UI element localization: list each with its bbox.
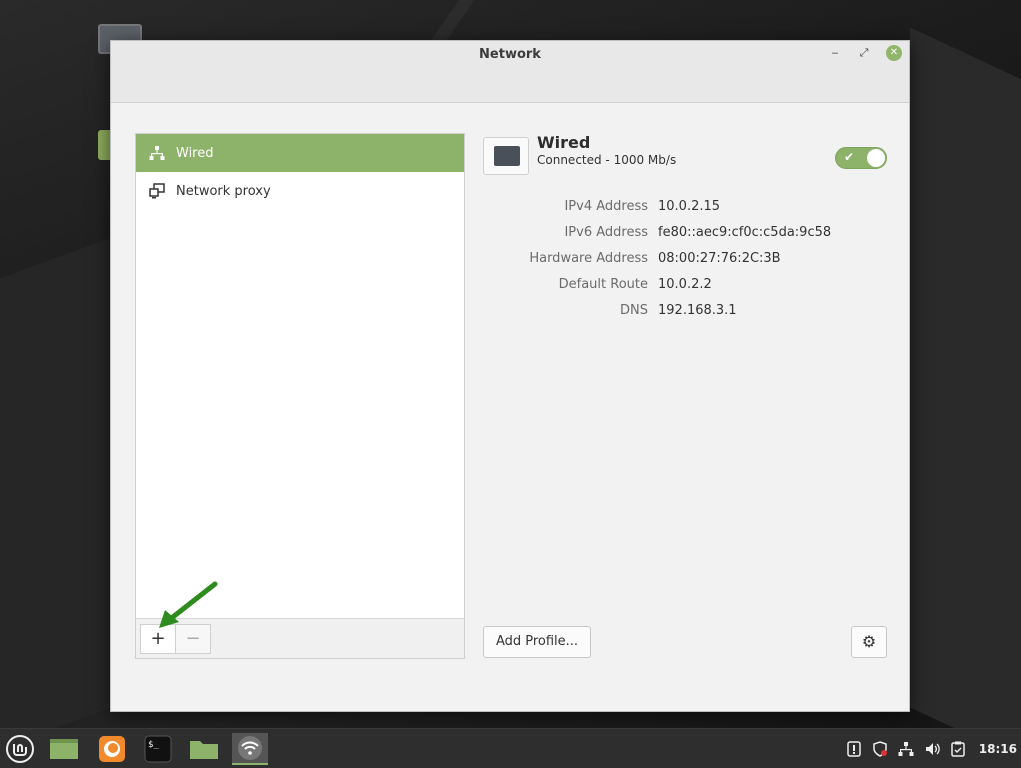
system-tray: 18:16 (841, 729, 1021, 768)
clipboard-icon (951, 741, 965, 757)
taskbar: $_ 18:16 (0, 728, 1021, 768)
files-icon (50, 739, 78, 759)
gear-icon: ⚙ (861, 632, 877, 651)
svg-text:$_: $_ (148, 740, 159, 750)
taskbar-folder-button[interactable] (186, 733, 222, 765)
sidebar-item-label: Network proxy (176, 183, 271, 199)
toggle-knob (867, 149, 885, 167)
connection-details: Wired Connected - 1000 Mb/s ✔ IPv4 Addre… (483, 133, 887, 663)
minimize-button[interactable]: ‒ (827, 45, 843, 61)
detail-row: DNS 192.168.3.1 (483, 297, 887, 323)
sidebar-item-wired[interactable]: Wired (136, 134, 464, 172)
folder-icon (190, 741, 218, 759)
wired-network-icon (149, 145, 165, 161)
minimize-icon: ‒ (831, 46, 839, 59)
maximize-button[interactable]: ⤢ (856, 45, 872, 61)
sidebar-item-label: Wired (176, 145, 214, 161)
window-title: Network (479, 47, 541, 62)
tray-network-button[interactable] (893, 729, 919, 768)
mint-menu-icon (6, 735, 34, 763)
detail-key: Hardware Address (529, 250, 648, 266)
network-settings-icon (238, 736, 262, 760)
taskbar-terminal-button[interactable]: $_ (140, 733, 176, 765)
detail-key: IPv6 Address (564, 224, 648, 240)
detail-value: 10.0.2.15 (658, 198, 721, 214)
network-window: Network ‒ ⤢ ✕ Wired Network proxy + − Wi… (110, 40, 910, 712)
ethernet-icon (483, 137, 529, 175)
detail-key: DNS (620, 302, 648, 318)
add-profile-button[interactable]: Add Profile... (483, 626, 591, 658)
connection-detail-list: IPv4 Address 10.0.2.15 IPv6 Address fe80… (483, 193, 887, 323)
connection-title: Wired (537, 133, 591, 152)
terminal-icon: $_ (144, 735, 172, 763)
maximize-icon: ⤢ (859, 46, 869, 59)
detail-value: 10.0.2.2 (658, 276, 712, 292)
detail-key: Default Route (558, 276, 648, 292)
settings-button[interactable]: ⚙ (851, 626, 887, 658)
tray-shield-button[interactable] (867, 729, 893, 768)
tray-clipboard-button[interactable] (945, 729, 971, 768)
firefox-icon (99, 736, 125, 762)
tray-update-button[interactable] (841, 729, 867, 768)
volume-icon (925, 743, 940, 755)
update-manager-icon (847, 741, 861, 757)
taskbar-network-button[interactable] (232, 733, 268, 765)
taskbar-firefox-button[interactable] (94, 733, 130, 765)
close-button[interactable]: ✕ (886, 45, 902, 61)
detail-row: IPv6 Address fe80::aec9:cf0c:c5da:9c58 (483, 219, 887, 245)
connection-status: Connected - 1000 Mb/s (537, 153, 677, 167)
taskbar-files-button[interactable] (46, 733, 82, 765)
detail-row: Hardware Address 08:00:27:76:2C:3B (483, 245, 887, 271)
network-proxy-icon (149, 183, 165, 199)
detail-row: Default Route 10.0.2.2 (483, 271, 887, 297)
detail-row: IPv4 Address 10.0.2.15 (483, 193, 887, 219)
tray-volume-button[interactable] (919, 729, 945, 768)
clock[interactable]: 18:16 (971, 742, 1021, 756)
check-icon: ✔ (844, 150, 855, 164)
annotation-arrow-icon (159, 581, 218, 628)
sidebar-item-network-proxy[interactable]: Network proxy (136, 172, 464, 210)
detail-value: 08:00:27:76:2C:3B (658, 250, 781, 266)
desktop-shape (910, 27, 1021, 728)
detail-value: fe80::aec9:cf0c:c5da:9c58 (658, 224, 832, 240)
mint-menu-button[interactable] (2, 733, 38, 765)
detail-key: IPv4 Address (564, 198, 648, 214)
wired-network-icon (898, 742, 914, 756)
detail-value: 192.168.3.1 (658, 302, 737, 318)
titlebar[interactable]: Network ‒ ⤢ ✕ (111, 41, 909, 103)
close-icon: ✕ (889, 47, 899, 58)
shield-icon (873, 741, 887, 757)
connection-toggle[interactable]: ✔ (835, 147, 887, 169)
